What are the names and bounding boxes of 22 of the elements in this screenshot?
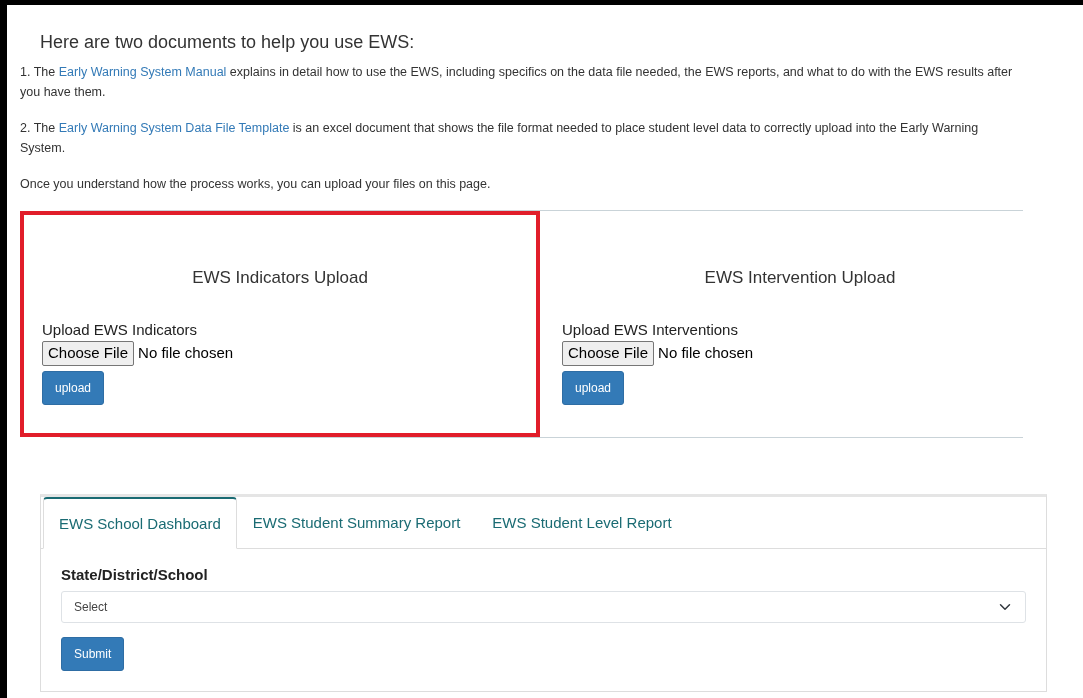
tab[interactable]: EWS School Dashboard [43,496,237,549]
section-heading: Here are two documents to help you use EWS: [40,31,416,54]
upload-title: EWS Indicators Upload [191,267,369,289]
upload-title: EWS Intervention Upload [703,267,897,289]
choose-file-button[interactable]: Choose File [562,341,655,366]
submit-button[interactable]: Submit [61,636,125,671]
field-label: State/District/School [61,565,209,585]
tab[interactable]: EWS Student Level Report [476,496,688,549]
file-status: No file chosen [658,343,754,363]
field-label: Upload EWS Indicators [42,319,199,340]
upload-button[interactable]: upload [42,370,105,405]
paragraph: 2. The Early Warning System Data File Template is an excel document that shows the file format needed to place student level data to correctly upload into the Early Warning System. [20,120,980,157]
paragraph: Once you understand how the process works, you can upload your files on this page. [20,176,492,193]
tab[interactable]: EWS Student Summary Report [236,496,477,549]
upload-button[interactable]: upload [562,370,625,405]
document-link[interactable]: Early Warning System Data File Template [58,121,290,135]
select-dropdown[interactable]: Select [61,590,1026,623]
paragraph: 1. The Early Warning System Manual explains in detail how to use the EWS, including specifics on the data file needed, the EWS reports, and what to do with the EWS results after you have them. [20,64,1014,101]
document-link[interactable]: Early Warning System Manual [58,65,227,79]
file-status: No file chosen [138,343,234,363]
choose-file-button[interactable]: Choose File [42,341,135,366]
field-label: Upload EWS Interventions [562,319,739,340]
